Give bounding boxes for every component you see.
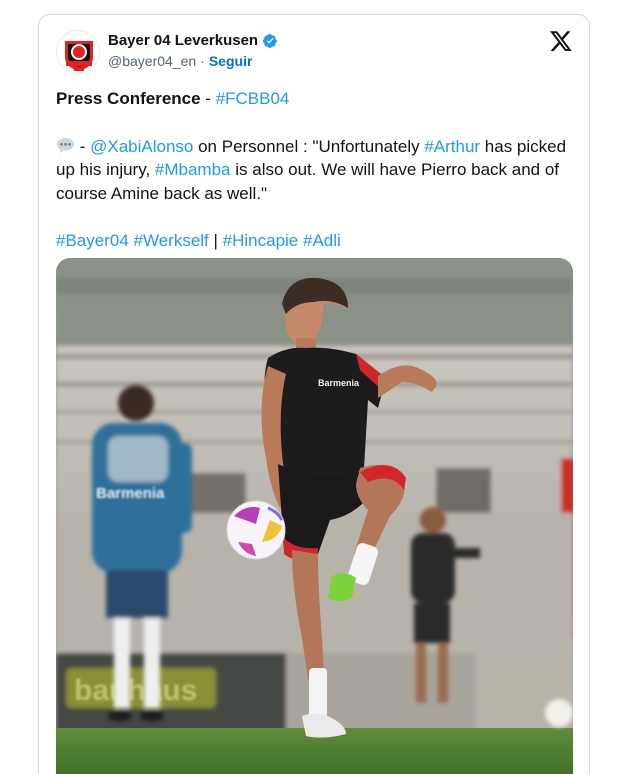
hashtag-mbamba[interactable]: #Mbamba (155, 160, 231, 179)
press-conference-heading: Press Conference (56, 89, 201, 108)
x-logo-icon[interactable] (549, 29, 573, 53)
tweet-card: Bayer 04 Leverkusen @bayer04_en · Seguir… (38, 14, 590, 774)
hashtag-fcbb04[interactable]: #FCBB04 (216, 89, 290, 108)
shirt-sponsor-text: Barmenia (318, 378, 360, 388)
hashtag-adli[interactable]: #Adli (303, 231, 341, 250)
training-photo: bauhaus Barmenia Barmenia (56, 258, 573, 774)
author-name[interactable]: Bayer 04 Leverkusen (108, 32, 258, 49)
bayer-crest-icon (58, 32, 99, 73)
speech-balloon-icon (57, 137, 74, 153)
separator: · (200, 53, 205, 69)
hashtag-werkself[interactable]: #Werkself (134, 231, 209, 250)
hashtag-hincapie[interactable]: #Hincapie (223, 231, 299, 250)
quote-dash: - (75, 136, 91, 156)
tweet-photo[interactable]: bauhaus Barmenia Barmenia (56, 258, 573, 774)
tweet-text: Press Conference - #FCBB04 - @XabiAlonso… (56, 87, 576, 253)
mention-xabialonso[interactable]: @XabiAlonso (90, 137, 193, 156)
heading-dash: - (200, 89, 216, 108)
verified-badge-icon (262, 33, 277, 48)
pipe-separator: | (208, 231, 223, 250)
jacket-sponsor-text: Barmenia (96, 485, 165, 502)
quote-intro: on Personnel : "Unfortunately (193, 136, 425, 156)
hashtag-bayer04[interactable]: #Bayer04 (56, 231, 129, 250)
banner-text: bauhaus (74, 674, 197, 707)
hashtag-arthur[interactable]: #Arthur (424, 137, 480, 156)
follow-button[interactable]: Seguir (209, 53, 253, 69)
author-handle[interactable]: @bayer04_en (108, 53, 196, 69)
avatar[interactable] (56, 30, 100, 74)
